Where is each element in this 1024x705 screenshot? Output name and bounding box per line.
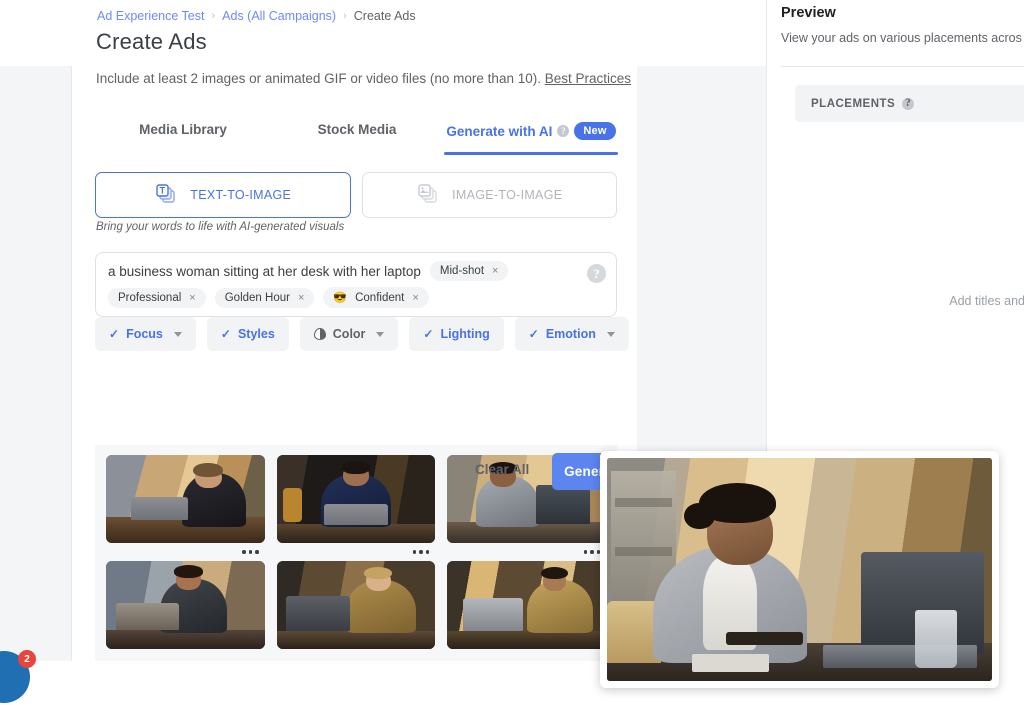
chevron-down-icon xyxy=(173,331,182,337)
generated-image-5[interactable] xyxy=(276,561,436,649)
best-practices-link[interactable]: Best Practices xyxy=(545,71,631,86)
color-droplet-icon xyxy=(313,328,326,340)
check-icon: ✓ xyxy=(528,327,539,341)
mode-image-to-image-label: IMAGE-TO-IMAGE xyxy=(452,188,563,202)
generated-images-grid xyxy=(95,445,617,661)
mode-text-to-image-label: TEXT-TO-IMAGE xyxy=(190,188,292,202)
chat-unread-badge: 2 xyxy=(18,650,36,668)
mode-text-to-image[interactable]: T TEXT-TO-IMAGE xyxy=(95,172,351,218)
help-circle-icon[interactable]: ? xyxy=(902,97,915,110)
placements-section[interactable]: PLACEMENTS ? xyxy=(795,85,1024,122)
generated-image-cell[interactable] xyxy=(106,455,265,561)
page-title: Create Ads xyxy=(96,29,207,54)
tab-stock-media-label: Stock Media xyxy=(317,122,397,137)
filter-emotion[interactable]: ✓ Emotion xyxy=(514,317,629,351)
generated-image-cell[interactable] xyxy=(276,561,436,649)
generated-image-1[interactable] xyxy=(106,455,265,543)
prompt-chip-confident[interactable]: 😎 Confident × xyxy=(323,287,429,308)
mode-image-to-image[interactable]: IMAGE-TO-IMAGE xyxy=(361,172,617,218)
generated-image-2-menu[interactable] xyxy=(277,543,436,561)
preview-placeholder-label: Add titles and xyxy=(949,294,1024,308)
svg-text:T: T xyxy=(160,185,166,195)
filter-styles[interactable]: ✓ Styles xyxy=(206,317,289,351)
prompt-chip-mid-shot-label: Mid-shot xyxy=(439,265,485,277)
breadcrumb-item-create-ads: Create Ads xyxy=(353,9,416,23)
filter-lighting-label: Lighting xyxy=(440,327,490,341)
tab-generate-with-ai-label: Generate with AI xyxy=(446,123,553,139)
tab-active-underline xyxy=(444,152,618,155)
prompt-chip-professional[interactable]: Professional × xyxy=(108,287,206,308)
close-icon[interactable]: × xyxy=(412,292,418,304)
prompt-filter-row: ✓ Focus ✓ Styles Color ✓ Lighting ✓ Emot… xyxy=(95,317,629,351)
generated-image-3-menu[interactable] xyxy=(447,543,606,561)
media-helper-text: Include at least 2 images or animated GI… xyxy=(96,71,631,86)
placements-label: PLACEMENTS xyxy=(811,97,896,110)
filter-focus-label: Focus xyxy=(126,327,163,341)
prompt-text-value[interactable]: a business woman sitting at her desk wit… xyxy=(108,264,421,279)
media-helper-label: Include at least 2 images or animated GI… xyxy=(96,71,541,86)
generated-image-cell[interactable] xyxy=(447,561,606,649)
prompt-chip-confident-label: Confident xyxy=(355,291,405,304)
generated-image-cell[interactable] xyxy=(276,455,436,561)
prompt-chip-golden-hour[interactable]: Golden Hour × xyxy=(214,287,315,308)
chevron-down-icon xyxy=(606,331,615,337)
image-hover-preview[interactable] xyxy=(607,458,992,681)
tab-stock-media[interactable]: Stock Media xyxy=(270,119,444,137)
preview-title: Preview xyxy=(781,5,836,21)
breadcrumb-separator-icon: › xyxy=(343,10,347,22)
generation-mode-row: T TEXT-TO-IMAGE IMAGE-TO-IMAGE xyxy=(95,172,617,218)
breadcrumb-item-ads-all-campaigns[interactable]: Ads (All Campaigns) xyxy=(222,9,336,23)
generated-image-cell[interactable] xyxy=(106,561,265,649)
help-circle-icon[interactable]: ? xyxy=(557,125,570,137)
tab-media-library-label: Media Library xyxy=(139,122,227,137)
mode-caption: Bring your words to life with AI-generat… xyxy=(96,221,345,233)
left-rail xyxy=(0,66,72,661)
text-to-image-icon: T xyxy=(154,182,178,209)
new-badge: New xyxy=(574,122,616,140)
filter-lighting[interactable]: ✓ Lighting xyxy=(409,317,504,351)
preview-divider xyxy=(781,66,1024,67)
close-icon[interactable]: × xyxy=(492,265,498,277)
generated-image-6[interactable] xyxy=(447,561,606,649)
prompt-chip-golden-hour-label: Golden Hour xyxy=(224,291,290,304)
filter-emotion-label: Emotion xyxy=(545,327,596,341)
generated-image-2[interactable] xyxy=(276,455,436,543)
check-icon: ✓ xyxy=(109,327,120,341)
filter-styles-label: Styles xyxy=(237,327,275,341)
generated-image-1-menu[interactable] xyxy=(106,543,265,561)
breadcrumb-separator-icon: › xyxy=(211,10,216,22)
tab-generate-with-ai[interactable]: Generate with AI ? New xyxy=(444,119,618,155)
page-header: Ad Experience Test › Ads (All Campaigns)… xyxy=(0,0,766,66)
tab-media-library[interactable]: Media Library xyxy=(96,119,270,137)
check-icon: ✓ xyxy=(423,327,434,341)
image-to-image-icon xyxy=(416,182,440,209)
help-circle-icon[interactable]: ? xyxy=(587,264,606,283)
generated-image-4[interactable] xyxy=(106,561,265,649)
prompt-input-box[interactable]: a business woman sitting at her desk wit… xyxy=(95,252,617,317)
sunglasses-emoji-icon: 😎 xyxy=(333,292,348,304)
filter-color[interactable]: Color xyxy=(299,317,399,351)
check-icon: ✓ xyxy=(220,327,231,341)
prompt-chip-mid-shot[interactable]: Mid-shot × xyxy=(429,261,509,281)
filter-color-label: Color xyxy=(332,327,366,341)
preview-subtitle: View your ads on various placements acro… xyxy=(781,31,1022,45)
chevron-down-icon xyxy=(376,331,385,337)
clear-all-button[interactable]: Clear All xyxy=(475,462,529,477)
close-icon[interactable]: × xyxy=(298,292,304,304)
prompt-chip-professional-label: Professional xyxy=(118,291,182,304)
breadcrumb-item-ad-experience-test[interactable]: Ad Experience Test xyxy=(97,9,204,23)
create-ads-media-card: Include at least 2 images or animated GI… xyxy=(72,66,637,661)
close-icon[interactable]: × xyxy=(189,292,195,304)
media-source-tabs: Media Library Stock Media Generate with … xyxy=(96,119,618,159)
image-hover-preview-card[interactable] xyxy=(600,451,999,688)
preview-placeholder: Add titles and xyxy=(767,294,1024,308)
breadcrumb: Ad Experience Test › Ads (All Campaigns)… xyxy=(97,9,416,23)
filter-focus[interactable]: ✓ Focus xyxy=(95,317,196,351)
